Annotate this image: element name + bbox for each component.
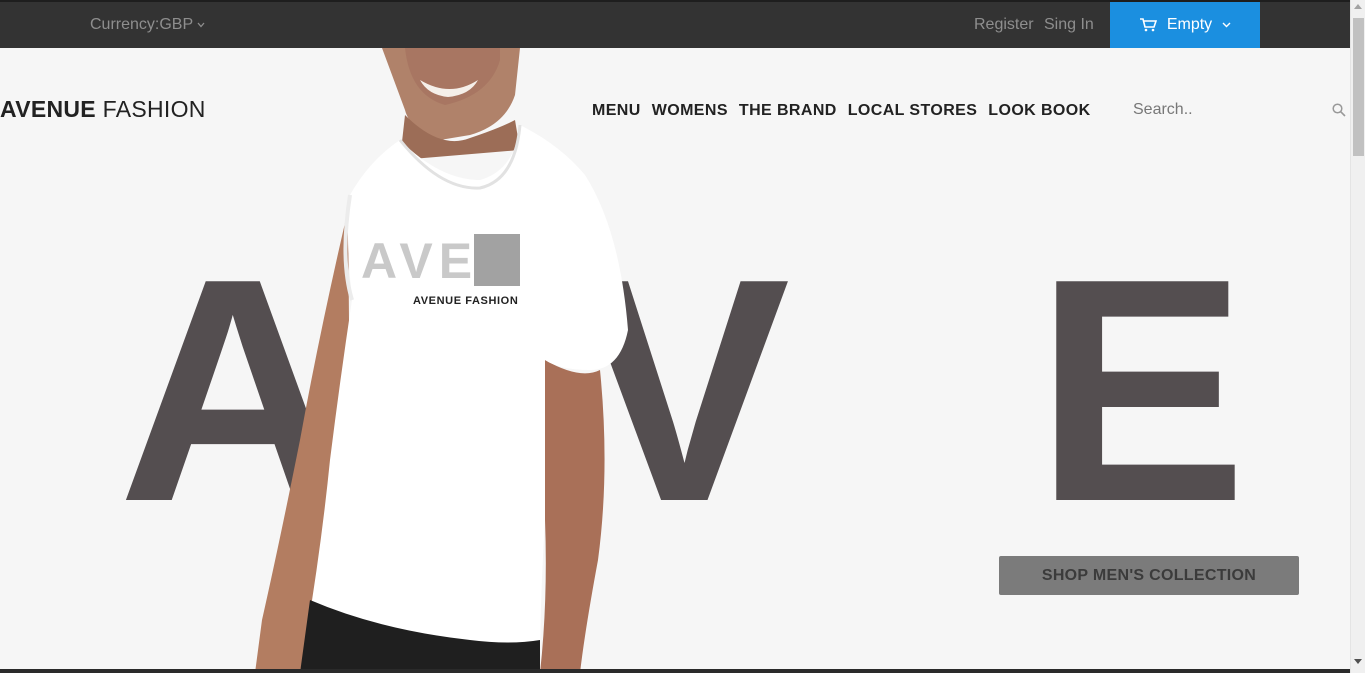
nav-womens[interactable]: WOMENS (652, 102, 728, 120)
hero-letter-e: E (1035, 213, 1248, 568)
page: A V E AVE AVENUE FASHION Currency:GBP Re… (0, 0, 1365, 673)
chevron-down-icon (197, 22, 205, 28)
search-input[interactable] (1130, 96, 1320, 124)
nav-look-book[interactable]: LOOK BOOK (988, 102, 1090, 120)
main-nav: MENU WOMENS THE BRAND LOCAL STORES LOOK … (592, 102, 1091, 120)
cart-button[interactable]: Empty (1110, 2, 1260, 48)
register-link[interactable]: Register (974, 16, 1034, 34)
search-icon[interactable] (1332, 103, 1346, 117)
cart-icon (1139, 18, 1157, 32)
scroll-down-arrow-icon[interactable] (1354, 659, 1362, 664)
vertical-scrollbar[interactable] (1350, 0, 1365, 673)
site-logo[interactable]: AVENUE FASHION (0, 96, 206, 123)
nav-local-stores[interactable]: LOCAL STORES (848, 102, 978, 120)
shirt-print-text: AVENUE FASHION (413, 295, 518, 307)
currency-selector[interactable]: Currency:GBP (90, 16, 205, 34)
cart-label: Empty (1166, 16, 1213, 33)
scrollbar-thumb[interactable] (1353, 18, 1364, 156)
shirt-print-letters: AVE (361, 233, 478, 289)
nav-the-brand[interactable]: THE BRAND (739, 102, 837, 120)
sign-in-link[interactable]: Sing In (1044, 16, 1094, 34)
scroll-up-arrow-icon[interactable] (1354, 4, 1362, 9)
logo-light: FASHION (102, 96, 206, 122)
hero-letter-a: A (118, 213, 348, 568)
shop-mens-collection-button[interactable]: SHOP MEN'S COLLECTION (999, 556, 1299, 595)
search-box (1130, 96, 1350, 124)
nav-menu[interactable]: MENU (592, 102, 641, 120)
chevron-down-icon (1222, 22, 1231, 28)
hero-letter-v: V (578, 213, 791, 568)
bottom-divider (0, 669, 1350, 673)
currency-label: Currency:GBP (90, 16, 194, 33)
logo-bold: AVENUE (0, 96, 96, 122)
